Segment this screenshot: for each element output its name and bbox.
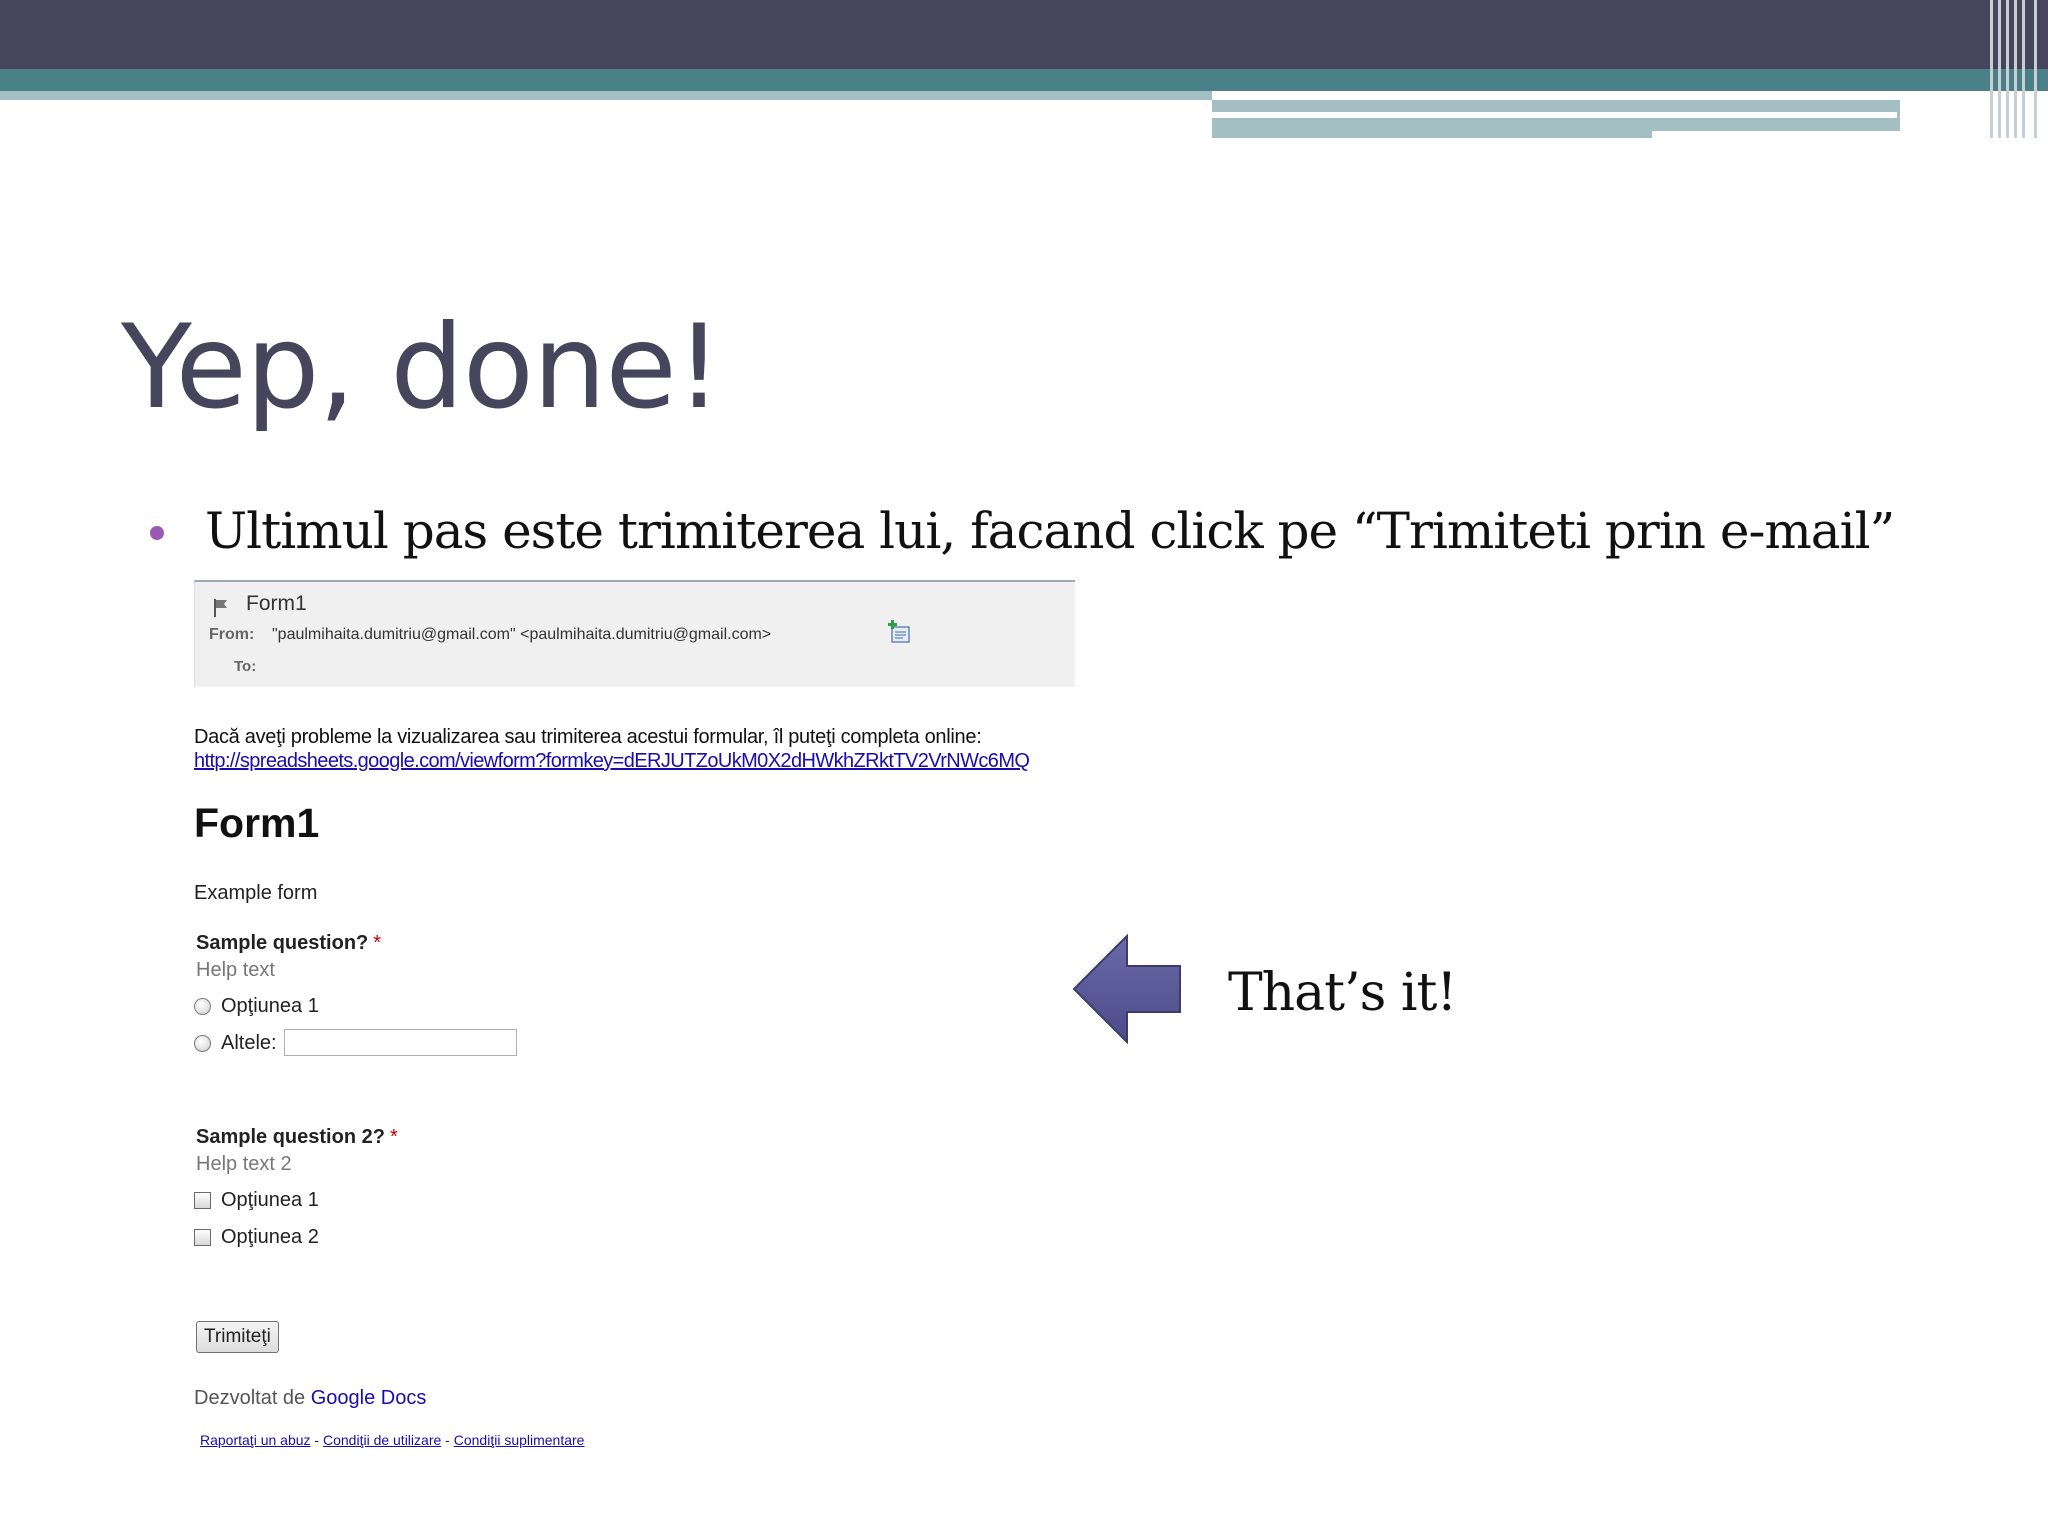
checkbox-option[interactable]: Opţiunea 2 [194, 1224, 319, 1250]
radio-option[interactable]: Altele: [194, 1030, 277, 1056]
terms-link[interactable]: Condiţii de utilizare [323, 1432, 441, 1448]
form-link[interactable]: http://spreadsheets.google.com/viewform?… [194, 750, 1030, 773]
header-band-light-left [0, 91, 1212, 100]
form-description: Example form [194, 882, 318, 904]
to-label: To: [234, 658, 257, 675]
help-text: Help text 2 [196, 1153, 292, 1175]
left-arrow-icon [1072, 934, 1181, 1044]
option-label: Opţiunea 1 [221, 994, 319, 1017]
header-edge-stripe [1990, 0, 1993, 138]
option-label: Opţiunea 1 [221, 1188, 319, 1211]
flag-icon[interactable] [213, 598, 229, 618]
notice-text: Dacă aveţi probleme la vizualizarea sau … [194, 726, 982, 748]
header-edge-stripe [2006, 0, 2009, 138]
header-band-white-block [1652, 131, 2012, 161]
additional-terms-link[interactable]: Condiţii suplimentare [454, 1432, 585, 1448]
question-label: Sample question 2? * [196, 1126, 398, 1149]
report-abuse-link[interactable]: Raportaţi un abuz [200, 1432, 311, 1448]
powered-by: Dezvoltat de Google Docs [194, 1387, 426, 1410]
from-label: From: [209, 626, 255, 643]
footer-separator: - [314, 1432, 320, 1448]
powered-by-prefix: Dezvoltat de [194, 1387, 306, 1409]
checkbox[interactable] [194, 1191, 211, 1209]
footer-links: Raportaţi un abuz - Condiţii de utilizar… [200, 1432, 584, 1448]
header-band-teal [0, 69, 2048, 91]
help-text: Help text [196, 959, 275, 981]
bullet-icon [150, 526, 164, 540]
checkbox-option[interactable]: Opţiunea 1 [194, 1187, 319, 1213]
add-contact-icon[interactable] [887, 620, 911, 644]
header-edge-stripe [1998, 0, 2001, 138]
header-edge-stripe [2014, 0, 2017, 138]
question-text: Sample question? [196, 932, 369, 954]
option-label: Altele: [221, 1031, 277, 1054]
bullet-text: Ultimul pas este trimiterea lui, facand … [205, 502, 1895, 560]
header-band-white-line [1212, 112, 1897, 118]
google-docs-link[interactable]: Google Docs [311, 1387, 427, 1409]
from-value: "paulmihaita.dumitriu@gmail.com" <paulmi… [272, 626, 772, 643]
footer-separator: - [445, 1432, 450, 1448]
form-title: Form1 [194, 800, 320, 846]
option-label: Opţiunea 2 [221, 1225, 319, 1248]
other-text-input[interactable] [284, 1029, 517, 1056]
slide-title: Yep, done! [121, 300, 722, 435]
header-edge-stripe [2022, 0, 2025, 138]
email-subject: Form1 [246, 592, 307, 615]
required-mark: * [373, 932, 382, 954]
question-text: Sample question 2? [196, 1126, 385, 1148]
submit-button[interactable]: Trimiteţi [196, 1321, 279, 1353]
header-edge-stripe [2034, 0, 2037, 138]
email-header: Form1 From: "paulmihaita.dumitriu@gmail.… [194, 580, 1075, 687]
radio-button[interactable] [194, 1034, 211, 1052]
callout-text: That’s it! [1228, 963, 1457, 1023]
checkbox[interactable] [194, 1228, 211, 1246]
required-mark: * [389, 1126, 398, 1148]
radio-button[interactable] [194, 997, 211, 1015]
question-label: Sample question? * [196, 932, 381, 955]
radio-option[interactable]: Opţiunea 1 [194, 993, 319, 1019]
header-band-dark [0, 0, 2048, 69]
